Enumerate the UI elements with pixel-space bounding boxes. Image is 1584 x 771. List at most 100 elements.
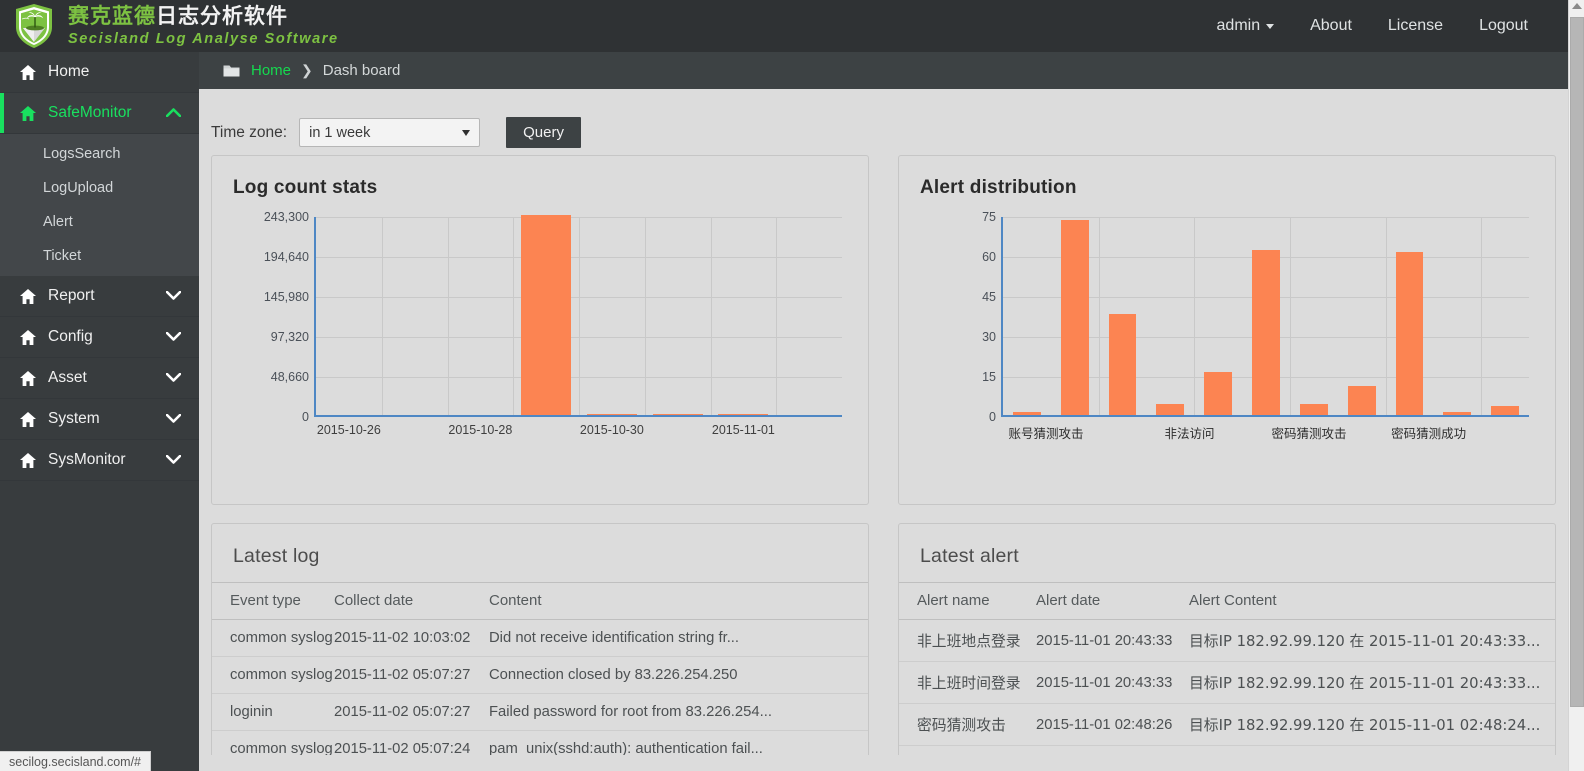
sidebar-item-label-report: Report [48, 287, 95, 304]
chevron-down-icon [165, 410, 182, 428]
shield-palm-island-icon [16, 4, 52, 48]
breadcrumb: Home ❯ Dash board [199, 52, 1568, 89]
y-axis-tick-label: 0 [302, 410, 309, 424]
brand-title-cn: 赛克蓝德日志分析软件 [68, 3, 339, 28]
x-axis-tick-label: 密码猜测成功 [1391, 426, 1467, 441]
chart-bar[interactable] [1395, 252, 1424, 415]
chevron-down-icon [165, 328, 182, 346]
chart-bar[interactable] [1204, 372, 1233, 415]
sidebar-item-label-safemonitor: SafeMonitor [48, 104, 132, 121]
sidebar-subitem-logupload[interactable]: LogUpload [0, 171, 199, 205]
cell-collect-date: 2015-11-02 05:07:27 [334, 656, 489, 694]
brand-title-cn-white: 日志分析软件 [156, 3, 288, 28]
sidebar-item-label-sysmonitor: SysMonitor [48, 451, 126, 468]
chart-bar[interactable] [1013, 412, 1041, 415]
gridline-vertical [776, 217, 778, 415]
sidebar-item-label-home: Home [48, 63, 90, 80]
sidebar-item-sysmonitor[interactable]: SysMonitor [0, 440, 199, 481]
brand-logo-block[interactable]: 赛克蓝德日志分析软件 Secisland Log Analyse Softwar… [0, 3, 339, 49]
topnav-user-menu[interactable]: admin [1199, 17, 1293, 35]
cell-alert-name: 非上班地点登录 [899, 619, 1036, 662]
y-axis-tick-label: 243,300 [263, 210, 309, 224]
home-icon [20, 411, 36, 427]
panel-title-latest-alert: Latest alert [920, 545, 1019, 567]
panel-alert-distribution: Alert distribution 0 15 30 45 60 75 账号猜测攻击 非法访问… [898, 155, 1556, 505]
home-icon [20, 288, 36, 304]
table-row[interactable]: common syslog 2015-11-02 05:07:27 Connec… [212, 656, 868, 694]
vertical-scrollbar[interactable] [1568, 0, 1584, 771]
col-content: Content [489, 582, 868, 620]
y-axis-tick-label: 30 [982, 330, 996, 344]
cell-event-type: common syslog [212, 656, 334, 694]
cell-collect-date: 2015-11-02 05:07:24 [334, 730, 489, 755]
chart-bar[interactable] [586, 413, 637, 415]
table-row[interactable]: common syslog 2015-11-02 05:07:24 pam_un… [212, 730, 868, 755]
chart-bar[interactable] [1156, 404, 1185, 415]
x-axis-tick-label: 2015-10-30 [579, 423, 644, 437]
top-navigation: admin About License Logout [1199, 17, 1568, 35]
cell-alert-date: 2015-11-01 02:48:26 [1036, 703, 1189, 746]
chart-alert-distribution[interactable]: 0 15 30 45 60 75 账号猜测攻击 非法访问 密码猜测攻击 密码猜测成功 [919, 210, 1535, 452]
scroll-up-arrow-icon[interactable] [1572, 3, 1582, 9]
x-axis-tick-label: 2015-10-26 [316, 423, 381, 437]
panel-title-alert-distribution: Alert distribution [920, 177, 1077, 198]
chart-bar[interactable] [1060, 220, 1089, 415]
table-row[interactable]: loginin 2015-11-02 05:07:27 Failed passw… [212, 693, 868, 731]
sidebar: Home SafeMonitor LogsSearch LogUpload Al… [0, 52, 199, 771]
chart-bar[interactable] [1347, 385, 1376, 415]
chart-bar[interactable] [1491, 405, 1519, 415]
gridline-vertical [644, 217, 646, 415]
gridline-horizontal [1003, 217, 1529, 218]
cell-alert-content: 目标IP 182.92.99.120 在 2015-11-01 01:49:47… [1189, 745, 1555, 755]
cell-event-type: common syslog [212, 619, 334, 657]
cell-event-type: common syslog [212, 730, 334, 755]
sidebar-item-system[interactable]: System [0, 399, 199, 440]
cell-alert-content: 目标IP 182.92.99.120 在 2015-11-01 02:48:24… [1189, 703, 1555, 746]
chevron-down-icon [462, 129, 471, 136]
chart-bar[interactable] [652, 413, 703, 415]
breadcrumb-separator-icon: ❯ [301, 62, 313, 78]
col-alert-content: Alert Content [1189, 582, 1555, 620]
table-row[interactable]: 非上班时间登录 2015-11-01 20:43:33 目标IP 182.92.… [899, 661, 1555, 704]
panel-latest-log: Latest log Event type Collect date Conte… [211, 523, 869, 755]
timezone-select[interactable]: in 1 week [299, 118, 481, 147]
sidebar-item-report[interactable]: Report [0, 276, 199, 317]
breadcrumb-home-link[interactable]: Home [251, 62, 291, 79]
topnav-logout[interactable]: Logout [1461, 17, 1546, 35]
table-row[interactable]: 密码猜测攻击 2015-11-01 02:48:26 目标IP 182.92.9… [899, 703, 1555, 746]
topnav-about[interactable]: About [1292, 17, 1370, 35]
chart-bar[interactable] [1443, 412, 1472, 415]
sidebar-subitem-logssearch[interactable]: LogsSearch [0, 137, 199, 171]
chevron-down-icon [165, 287, 182, 305]
gridline-vertical [710, 217, 712, 415]
table-row[interactable]: common syslog 2015-11-02 10:03:02 Did no… [212, 619, 868, 657]
chevron-up-icon [165, 104, 182, 122]
topnav-license[interactable]: License [1370, 17, 1461, 35]
col-collect-date: Collect date [334, 582, 489, 620]
sidebar-subitem-alert[interactable]: Alert [0, 205, 199, 239]
table-row[interactable]: 账号猜测攻击 2015-11-01 01:49:51 目标IP 182.92.9… [899, 745, 1555, 755]
x-axis-tick-label: 密码猜测攻击 [1271, 426, 1347, 441]
chart-bar[interactable] [1252, 249, 1280, 415]
sidebar-item-safemonitor[interactable]: SafeMonitor [0, 93, 199, 134]
chart-bar[interactable] [521, 215, 572, 415]
tables-row: Latest log Event type Collect date Conte… [199, 505, 1568, 755]
y-axis-tick-label: 0 [989, 410, 996, 424]
sidebar-subitem-ticket[interactable]: Ticket [0, 239, 199, 273]
sidebar-item-asset[interactable]: Asset [0, 358, 199, 399]
chart-bar[interactable] [1108, 313, 1137, 415]
sidebar-item-config[interactable]: Config [0, 317, 199, 358]
scrollbar-thumb[interactable] [1570, 17, 1584, 707]
chart-bar[interactable] [1299, 404, 1328, 415]
col-alert-date: Alert date [1036, 582, 1189, 620]
home-icon [20, 370, 36, 386]
cell-content: Connection closed by 83.226.254.250 [489, 656, 868, 694]
timezone-label: Time zone: [211, 123, 288, 141]
chart-bar[interactable] [718, 413, 769, 415]
query-button[interactable]: Query [506, 117, 581, 148]
chart-log-count-stats[interactable]: 0 48,660 97,320 145,980 194,640 243,300 2015-1… [232, 210, 848, 452]
x-axis-tick-label: 账号猜测攻击 [1008, 426, 1084, 441]
table-row[interactable]: 非上班地点登录 2015-11-01 20:43:33 目标IP 182.92.… [899, 619, 1555, 662]
sidebar-item-home[interactable]: Home [0, 52, 199, 93]
breadcrumb-current: Dash board [322, 62, 401, 79]
